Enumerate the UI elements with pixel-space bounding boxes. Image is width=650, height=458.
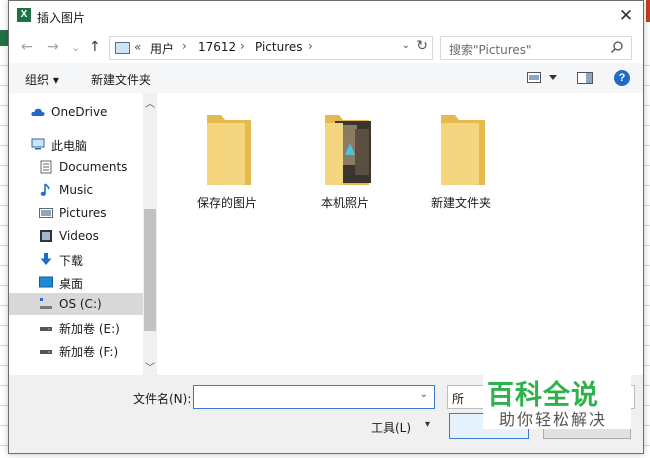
file-list-area: 保存的图片 本机照片 新建文件夹	[158, 93, 643, 375]
refresh-icon[interactable]: ↻	[416, 38, 428, 54]
folder-with-photos-icon	[325, 115, 371, 185]
breadcrumb-separator[interactable]: ›	[308, 39, 313, 53]
cloud-icon	[31, 108, 45, 116]
forward-button[interactable]: →	[47, 39, 59, 55]
computer-icon	[115, 42, 130, 54]
help-button[interactable]: ?	[614, 70, 630, 86]
sidebar-item-videos[interactable]: Videos	[9, 225, 143, 247]
folder-new-folder[interactable]: 新建文件夹	[411, 107, 511, 217]
excel-app-icon: X	[17, 8, 31, 22]
folder-saved-pictures[interactable]: 保存的图片	[177, 107, 277, 217]
navigation-pane: OneDrive 此电脑 Documents Music Pictures Vi…	[9, 93, 157, 375]
search-placeholder[interactable]: 搜索"Pictures"	[449, 41, 532, 58]
excel-grid-left	[0, 46, 8, 458]
download-icon	[40, 253, 52, 265]
drive-os-icon	[40, 298, 52, 309]
videos-icon	[40, 230, 52, 242]
tools-dropdown-icon[interactable]: ▾	[425, 419, 430, 430]
pictures-icon	[39, 208, 53, 218]
sidebar-item-downloads[interactable]: 下载	[9, 248, 143, 270]
address-overflow[interactable]: «	[134, 40, 141, 54]
watermark: 百科全说 助你轻松解决	[483, 373, 631, 429]
back-button[interactable]: ←	[21, 39, 33, 55]
search-icon[interactable]	[610, 40, 624, 54]
sidebar-item-this-pc[interactable]: 此电脑	[9, 133, 143, 155]
drive-icon	[40, 327, 52, 331]
desktop-icon	[39, 276, 53, 288]
view-mode-icon[interactable]	[527, 72, 541, 83]
excel-red-tab	[646, 0, 650, 22]
computer-icon	[31, 138, 45, 150]
drive-icon	[40, 350, 52, 354]
music-icon	[40, 183, 50, 196]
address-bar[interactable]: « 用户 › 17612 › Pictures › ⌄ ↻	[109, 36, 433, 60]
navigation-scrollbar[interactable]: ︿ ﹀	[143, 93, 157, 375]
scroll-up-icon[interactable]: ︿	[145, 95, 155, 110]
command-bar: 组织 ▾ 新建文件夹 ?	[9, 63, 643, 93]
sidebar-item-drive-c[interactable]: OS (C:)	[9, 293, 143, 315]
sidebar-item-pictures[interactable]: Pictures	[9, 202, 143, 224]
scroll-down-icon[interactable]: ﹀	[145, 359, 155, 374]
sidebar-item-drive-e[interactable]: 新加卷 (E:)	[9, 316, 143, 338]
chevron-down-icon[interactable]	[549, 75, 557, 80]
sidebar-item-documents[interactable]: Documents	[9, 156, 143, 178]
filename-label: 文件名(N):	[133, 392, 192, 406]
new-folder-button[interactable]: 新建文件夹	[91, 71, 151, 88]
folder-icon	[441, 115, 485, 185]
tools-menu[interactable]: 工具(L)	[371, 419, 411, 436]
chevron-down-icon[interactable]: ⌄	[420, 389, 428, 400]
preview-pane-icon[interactable]	[577, 72, 593, 84]
navigation-bar: ← → ⌄ ↑ « 用户 › 17612 › Pictures › ⌄ ↻ 搜索…	[9, 33, 643, 61]
dialog-title: 插入图片	[37, 11, 86, 25]
folder-icon	[207, 115, 251, 185]
sidebar-item-music[interactable]: Music	[9, 179, 143, 201]
sidebar-item-desktop[interactable]: 桌面	[9, 271, 143, 293]
address-dropdown-icon[interactable]: ⌄	[402, 40, 410, 51]
recent-locations-button[interactable]: ⌄	[71, 41, 80, 54]
up-button[interactable]: ↑	[89, 39, 101, 55]
excel-ribbon-strip	[0, 30, 8, 46]
title-bar: X 插入图片 ✕	[9, 1, 643, 31]
breadcrumb-separator[interactable]: ›	[182, 39, 187, 53]
breadcrumb-separator[interactable]: ›	[240, 39, 245, 53]
filename-input[interactable]: ⌄	[193, 385, 435, 409]
scrollbar-thumb[interactable]	[144, 209, 156, 331]
sidebar-item-drive-f[interactable]: 新加卷 (F:)	[9, 339, 143, 361]
watermark-subtitle: 助你轻松解决	[499, 410, 608, 429]
breadcrumb-user-folder[interactable]: 17612	[198, 40, 236, 54]
folder-camera-roll[interactable]: 本机照片	[295, 107, 395, 217]
breadcrumb-pictures[interactable]: Pictures	[255, 40, 303, 54]
sidebar-item-onedrive[interactable]: OneDrive	[9, 101, 143, 123]
insert-picture-dialog: X 插入图片 ✕ ← → ⌄ ↑ « 用户 › 17612 › Pictures…	[8, 0, 644, 454]
breadcrumb-users[interactable]: 用户	[150, 40, 174, 57]
close-button[interactable]: ✕	[615, 5, 637, 27]
search-box[interactable]: 搜索"Pictures"	[440, 36, 632, 60]
organize-menu[interactable]: 组织 ▾	[25, 71, 59, 88]
documents-icon	[40, 160, 52, 174]
